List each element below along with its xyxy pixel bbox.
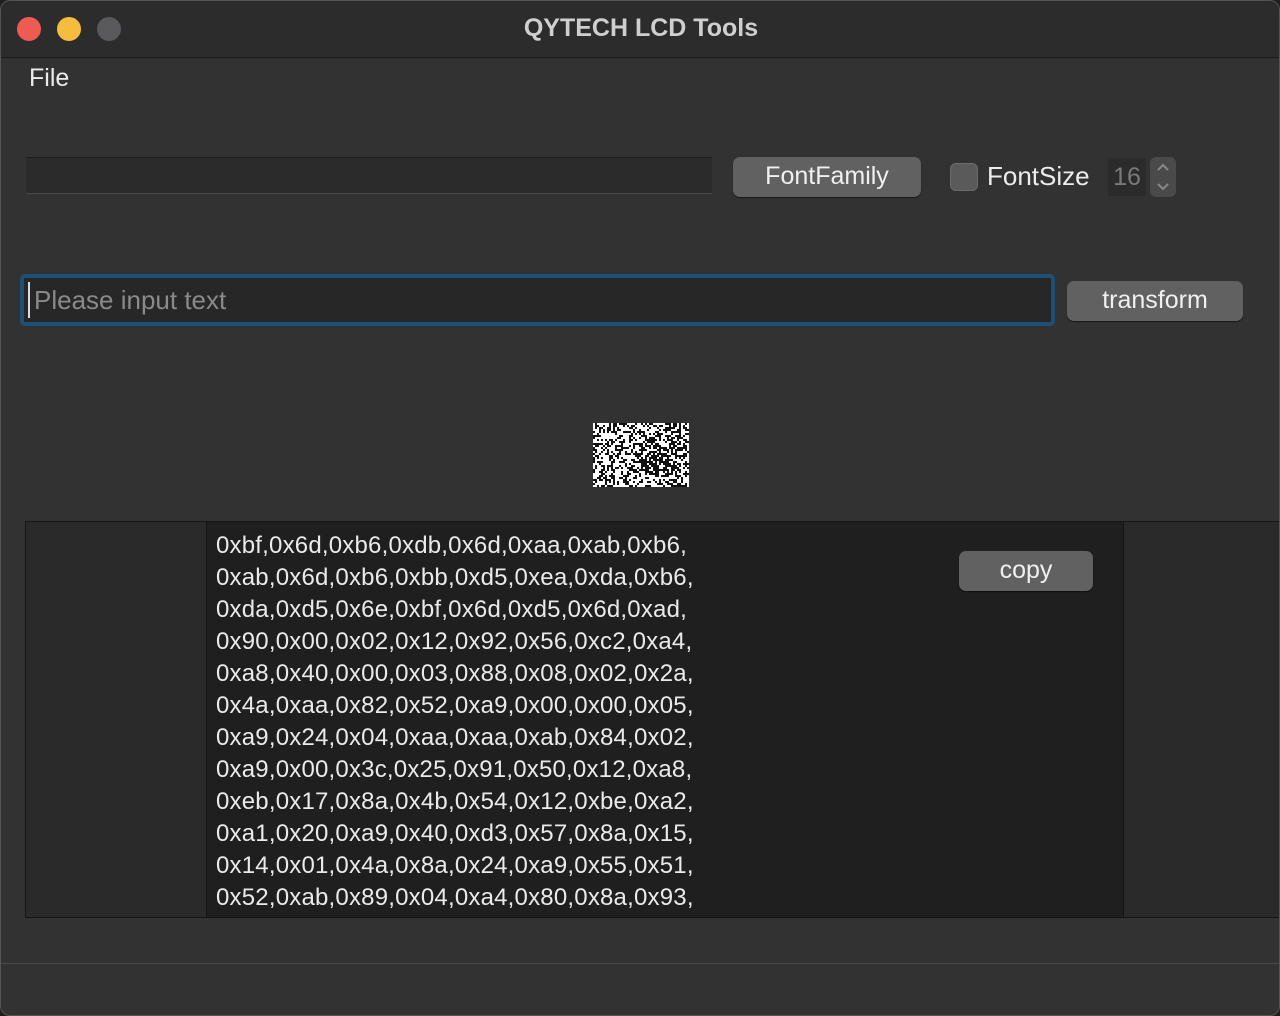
output-line: 0xa8,0x40,0x00,0x03,0x88,0x08,0x02,0x2a, bbox=[216, 660, 694, 687]
text-input-wrapper bbox=[20, 274, 1055, 326]
font-family-field[interactable] bbox=[26, 157, 712, 194]
output-line: 0x14,0x01,0x4a,0x8a,0x24,0xa9,0x55,0x51, bbox=[216, 852, 694, 879]
output-line: 0x52,0xab,0x89,0x04,0xa4,0x80,0x8a,0x93, bbox=[216, 884, 694, 911]
output-line: 0xa1,0x20,0xa9,0x40,0xd3,0x57,0x8a,0x15, bbox=[216, 820, 694, 847]
status-bar bbox=[1, 963, 1279, 1015]
output-line: 0xeb,0x17,0x8a,0x4b,0x54,0x12,0xbe,0xa2, bbox=[216, 788, 694, 815]
output-line: 0xa9,0x00,0x3c,0x25,0x91,0x50,0x12,0xa8, bbox=[216, 756, 693, 783]
output-line: 0xab,0x6d,0xb6,0xbb,0xd5,0xea,0xda,0xb6, bbox=[216, 564, 694, 591]
output-line: 0xa9,0x24,0x04,0xaa,0xaa,0xab,0x84,0x02, bbox=[216, 724, 694, 751]
glyph-preview-image bbox=[593, 423, 689, 487]
chevron-down-icon bbox=[1157, 183, 1169, 191]
font-size-checkbox[interactable] bbox=[950, 163, 978, 191]
output-line: 0xbf,0x6d,0xb6,0xdb,0x6d,0xaa,0xab,0xb6, bbox=[216, 532, 688, 559]
font-size-label: FontSize bbox=[987, 161, 1090, 191]
font-size-value[interactable]: 16 bbox=[1108, 158, 1146, 196]
text-input[interactable] bbox=[28, 282, 1047, 318]
output-line: 0x4a,0xaa,0x82,0x52,0xa9,0x00,0x00,0x05, bbox=[216, 692, 694, 719]
transform-button[interactable]: transform bbox=[1067, 281, 1243, 321]
output-line: 0x90,0x00,0x02,0x12,0x92,0x56,0xc2,0xa4, bbox=[216, 628, 693, 655]
chevron-up-icon bbox=[1157, 163, 1169, 171]
stepper-up-button[interactable] bbox=[1150, 157, 1176, 177]
title-bar: QYTECH LCD Tools bbox=[1, 1, 1279, 58]
font-family-button[interactable]: FontFamily bbox=[733, 157, 921, 197]
copy-button[interactable]: copy bbox=[959, 551, 1093, 591]
bitmap-preview bbox=[593, 423, 689, 487]
font-size-stepper[interactable] bbox=[1150, 157, 1176, 197]
output-line: 0xda,0xd5,0x6e,0xbf,0x6d,0xd5,0x6d,0xad, bbox=[216, 596, 688, 623]
stepper-down-button[interactable] bbox=[1150, 177, 1176, 197]
window-title: QYTECH LCD Tools bbox=[523, 14, 759, 42]
menu-file[interactable]: File bbox=[29, 64, 69, 93]
app-window: QYTECH LCD Tools File FontFamily FontSiz… bbox=[0, 0, 1280, 1016]
